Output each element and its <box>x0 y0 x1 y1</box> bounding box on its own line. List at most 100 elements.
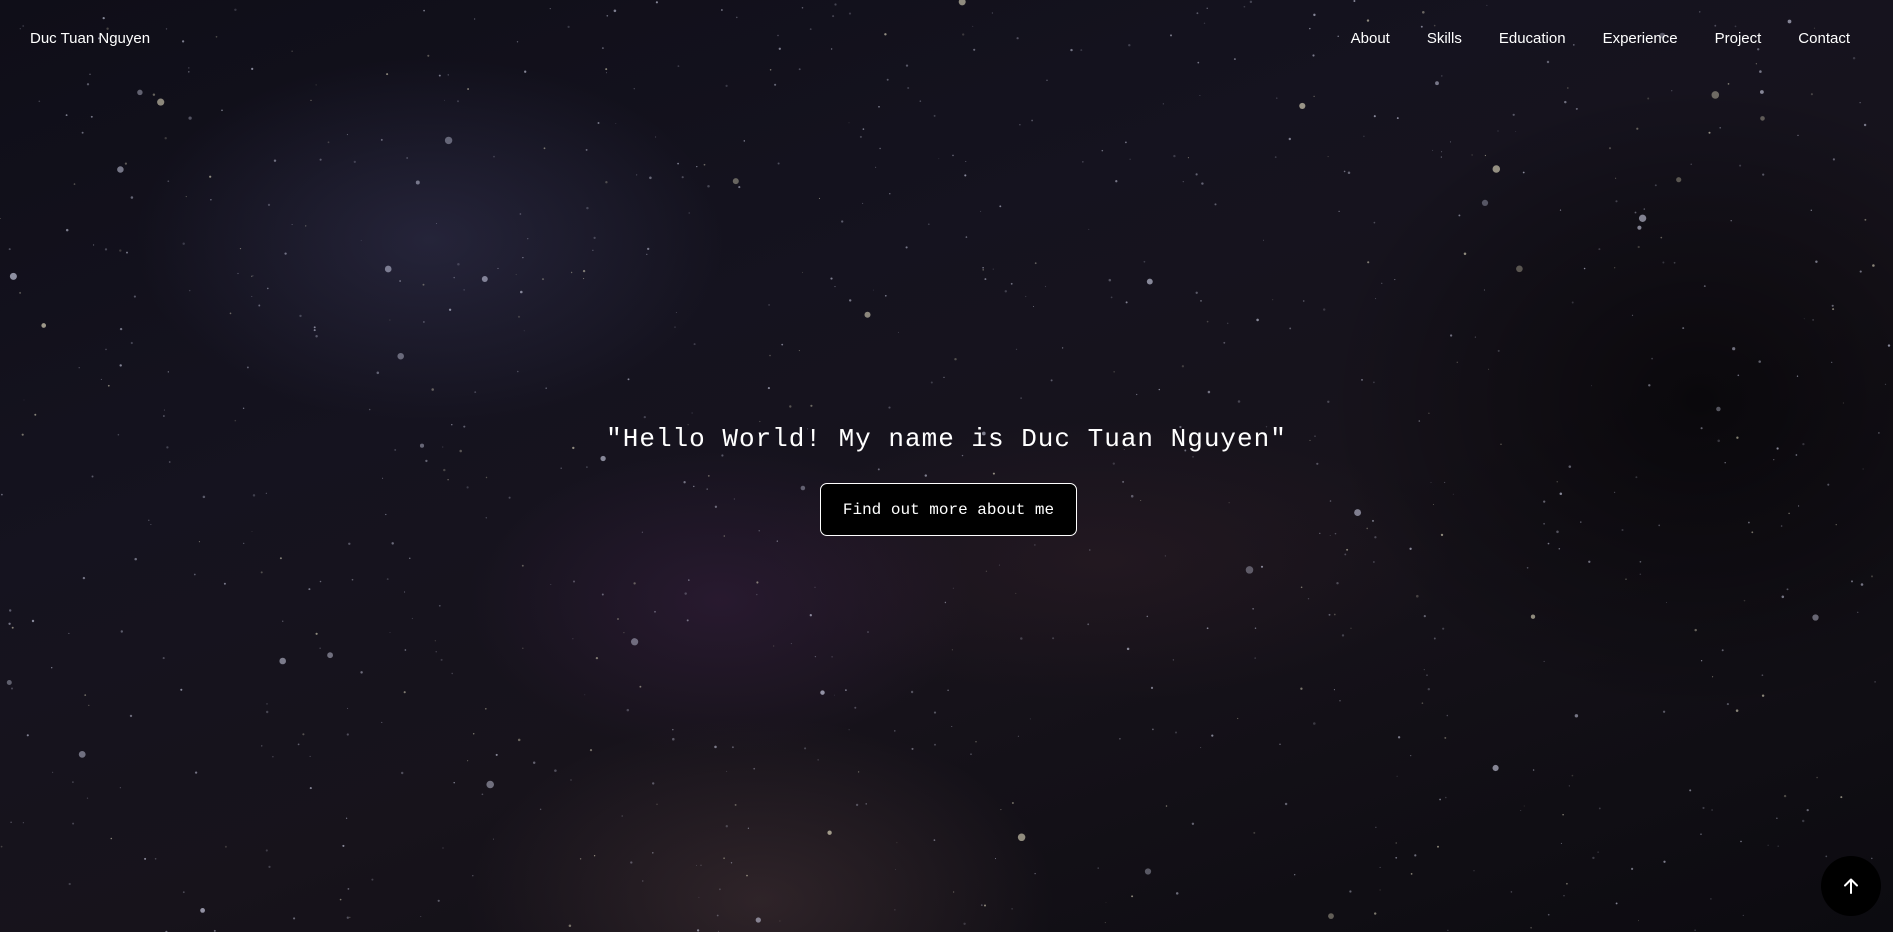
star <box>34 413 37 416</box>
star <box>1228 502 1230 504</box>
scroll-to-top-button[interactable] <box>1821 856 1881 916</box>
star <box>1187 157 1189 159</box>
star <box>1776 817 1778 819</box>
star <box>886 78 889 81</box>
star <box>265 710 269 714</box>
star <box>1497 130 1499 132</box>
star <box>1088 228 1090 230</box>
star <box>1488 368 1490 370</box>
nav-link-contact[interactable]: Contact <box>1798 30 1850 48</box>
nav-link-experience[interactable]: Experience <box>1603 30 1678 48</box>
star <box>779 920 781 922</box>
star <box>1136 393 1138 396</box>
star <box>688 212 690 214</box>
star <box>221 109 223 112</box>
star <box>1871 857 1873 860</box>
star <box>1349 890 1352 893</box>
nav-link-skills[interactable]: Skills <box>1427 30 1462 48</box>
star <box>1444 481 1446 483</box>
star <box>951 726 953 728</box>
star <box>1724 461 1726 464</box>
star <box>1328 913 1334 919</box>
find-out-more-button[interactable]: Find out more about me <box>820 483 1077 536</box>
star <box>1563 895 1565 897</box>
nav-link-about[interactable]: About <box>1351 30 1390 48</box>
star <box>896 842 898 844</box>
star <box>130 341 133 345</box>
star <box>1598 248 1601 251</box>
star <box>425 459 428 463</box>
star <box>400 771 404 775</box>
star <box>681 176 684 179</box>
nav-link-project[interactable]: Project <box>1715 30 1762 48</box>
star <box>723 535 726 537</box>
star <box>403 691 406 694</box>
star <box>686 619 689 622</box>
star <box>1046 79 1048 82</box>
star <box>1033 306 1034 307</box>
star <box>119 249 122 252</box>
star <box>1547 913 1550 916</box>
star <box>965 161 967 162</box>
brand-link[interactable]: Duc Tuan Nguyen <box>30 30 150 48</box>
star <box>919 100 922 102</box>
star <box>1336 582 1339 585</box>
star <box>593 236 596 240</box>
star <box>313 329 316 332</box>
star <box>781 343 784 346</box>
star <box>1694 929 1696 931</box>
star <box>1313 95 1315 98</box>
star <box>867 631 869 633</box>
star <box>910 690 914 694</box>
nav-link-education[interactable]: Education <box>1499 30 1566 48</box>
star <box>1279 743 1281 746</box>
star <box>1206 627 1209 630</box>
star <box>1020 397 1022 399</box>
star <box>495 753 498 756</box>
star <box>1874 681 1876 683</box>
star <box>527 238 529 240</box>
star <box>857 771 860 773</box>
star <box>1559 209 1562 211</box>
star <box>299 314 302 318</box>
star <box>137 89 143 96</box>
star <box>1254 627 1257 629</box>
star <box>683 481 686 484</box>
star <box>384 265 392 273</box>
star <box>831 655 833 658</box>
star <box>845 689 847 691</box>
star <box>753 767 756 770</box>
star <box>9 272 17 280</box>
star <box>1797 134 1799 137</box>
star <box>522 647 524 650</box>
star <box>1206 320 1209 323</box>
star <box>1708 131 1711 134</box>
star <box>1130 494 1134 498</box>
star <box>1276 97 1278 99</box>
star <box>992 472 995 475</box>
star <box>1379 866 1381 868</box>
star <box>1588 560 1591 563</box>
star <box>1730 219 1732 222</box>
star <box>1660 236 1663 239</box>
star <box>272 756 274 758</box>
star <box>81 131 84 134</box>
star <box>1871 575 1873 578</box>
star <box>1543 660 1545 662</box>
star <box>583 278 585 280</box>
star <box>983 904 987 907</box>
star <box>472 733 475 735</box>
star <box>1740 840 1742 843</box>
star <box>930 381 933 384</box>
star <box>117 166 124 173</box>
star <box>1339 700 1341 702</box>
star <box>907 86 910 90</box>
star <box>279 657 287 665</box>
star <box>1140 499 1142 502</box>
star <box>820 690 825 695</box>
star <box>1566 882 1568 885</box>
star <box>1435 81 1439 86</box>
star <box>1394 279 1396 281</box>
star <box>243 542 245 545</box>
star <box>1884 383 1887 386</box>
